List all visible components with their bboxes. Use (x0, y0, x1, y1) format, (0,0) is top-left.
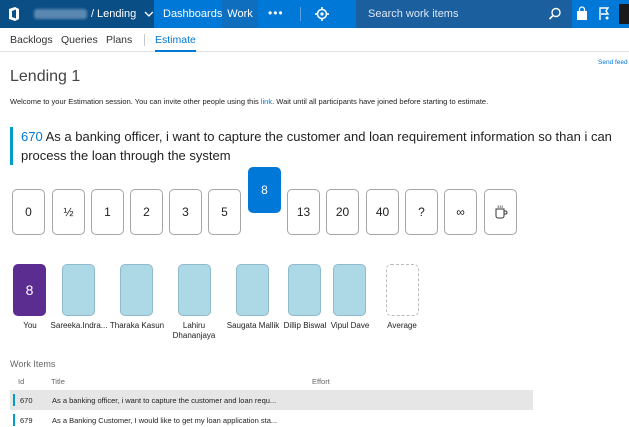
participant-label: Dillip Biswal (283, 321, 327, 330)
participant-label: Saugata Mallik (226, 321, 280, 330)
row-id: 670 (20, 396, 33, 405)
participant-label: Tharaka Kasun (109, 321, 165, 330)
estimate-card-20[interactable]: 20 (326, 189, 359, 235)
top-bar: / Lending Dashboards Work ••• (0, 0, 629, 28)
participant-card-lahiru (178, 264, 211, 316)
estimate-card-coffee[interactable] (484, 189, 517, 235)
chevron-down-icon (144, 11, 154, 17)
estimate-card-half[interactable]: ½ (52, 189, 85, 235)
gear-icon[interactable] (314, 6, 330, 22)
nav-divider (300, 7, 301, 21)
estimate-card-question[interactable]: ? (405, 189, 438, 235)
send-feedback-link[interactable]: Send feed (598, 59, 628, 66)
participant-label: Vipul Dave (330, 321, 370, 330)
participant-label: Sareeka.Indra... (50, 321, 108, 330)
participant-card-vipul (333, 264, 366, 316)
welcome-text: Welcome to your Estimation session. You … (10, 97, 261, 106)
participant-card-you: 8 (13, 264, 46, 316)
nav-dashboards[interactable]: Dashboards (157, 0, 228, 28)
search-box (356, 0, 572, 28)
welcome-text-end: . Wait until all participants have joine… (272, 97, 489, 106)
column-header-id[interactable]: Id (18, 377, 24, 386)
subnav-divider (144, 34, 145, 46)
participant-label: Average (387, 321, 417, 330)
average-card (386, 264, 419, 316)
vsts-logo[interactable] (0, 0, 28, 28)
estimate-card-2[interactable]: 2 (130, 189, 163, 235)
nav-work[interactable]: Work (222, 0, 258, 28)
row-title: As a Banking Customer, I would like to g… (52, 416, 278, 425)
participant-label: Lahiru Dhananjaya (172, 321, 216, 340)
participant-card-saugata (236, 264, 269, 316)
row-id: 679 (20, 416, 33, 425)
tab-plans[interactable]: Plans (106, 28, 132, 52)
shopping-bag-icon[interactable] (574, 6, 590, 22)
column-header-effort[interactable]: Effort (312, 377, 330, 386)
sub-navigation: Backlogs Queries Plans Estimate (0, 28, 629, 52)
column-header-title[interactable]: Title (51, 377, 65, 386)
table-row[interactable]: 679 As a Banking Customer, I would like … (10, 410, 533, 427)
welcome-message: Welcome to your Estimation session. You … (10, 97, 488, 106)
project-name: / Lending (90, 8, 137, 20)
estimate-card-1[interactable]: 1 (91, 189, 124, 235)
estimate-card-0[interactable]: 0 (12, 189, 45, 235)
estimate-card-13[interactable]: 13 (287, 189, 320, 235)
story-id[interactable]: 670 (21, 129, 43, 144)
row-title: As a banking officer, i want to capture … (52, 396, 277, 405)
estimate-card-3[interactable]: 3 (169, 189, 202, 235)
flag-person-icon[interactable] (596, 6, 612, 22)
work-items-title: Work Items (10, 359, 56, 369)
story-text: As a banking officer, i want to capture … (21, 129, 612, 163)
nav-more-button[interactable]: ••• (262, 0, 290, 28)
estimate-card-infinity[interactable]: ∞ (444, 189, 477, 235)
tab-queries[interactable]: Queries (61, 28, 98, 52)
participant-card-tharaka (120, 264, 153, 316)
estimate-card-8-selected[interactable]: 8 (248, 167, 281, 213)
tab-backlogs[interactable]: Backlogs (10, 28, 53, 52)
search-input[interactable] (368, 7, 538, 21)
participant-card-sareeka (62, 264, 95, 316)
user-avatar[interactable] (619, 4, 629, 24)
row-color-bar (13, 414, 15, 426)
estimate-card-40[interactable]: 40 (366, 189, 399, 235)
current-story: 670 As a banking officer, i want to capt… (10, 127, 620, 165)
invite-link[interactable]: link (261, 97, 272, 106)
tab-estimate[interactable]: Estimate (155, 28, 196, 52)
account-name-blurred (34, 9, 87, 19)
project-selector[interactable]: / Lending (28, 0, 154, 28)
estimate-card-5[interactable]: 5 (208, 189, 241, 235)
row-color-bar (13, 394, 15, 406)
search-icon[interactable] (548, 7, 562, 21)
vsts-logo-icon (9, 7, 19, 21)
coffee-cup-icon (495, 205, 507, 219)
table-row[interactable]: 670 As a banking officer, i want to capt… (10, 390, 533, 410)
participant-card-dillip (288, 264, 321, 316)
page-title: Lending 1 (10, 68, 81, 85)
